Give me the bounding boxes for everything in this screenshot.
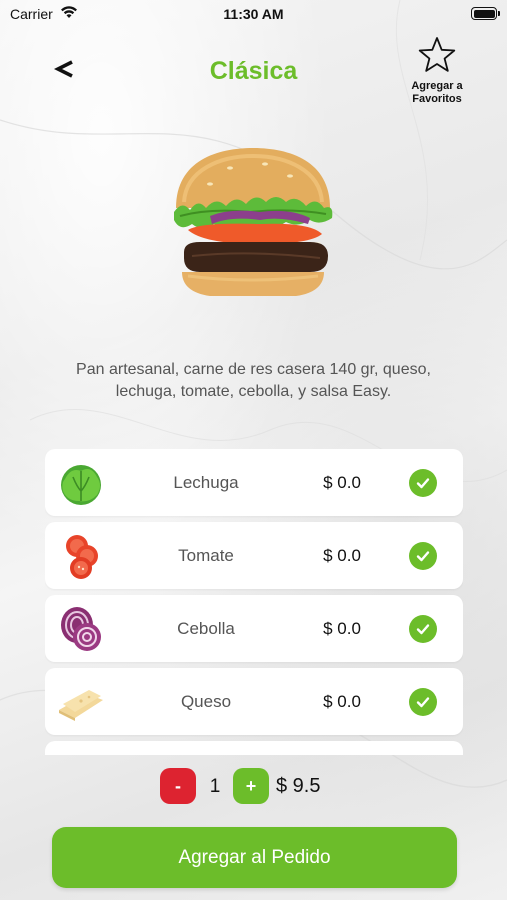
cheese-icon [59,690,103,721]
checkmark-icon[interactable] [409,469,437,497]
ingredient-row-lechuga[interactable]: Lechuga $ 0.0 [45,449,463,516]
battery-icon [471,7,500,20]
ingredient-price: $ 0.0 [323,692,361,711]
ingredient-row-tomate[interactable]: Tomate $ 0.0 [45,522,463,589]
ingredient-name: Lechuga [173,473,239,492]
ingredient-list[interactable]: Lechuga $ 0.0 Tomate $ 0.0 Cebolla $ 0.0… [45,449,463,755]
increase-quantity-button[interactable]: + [233,768,269,804]
ingredient-name: Queso [180,692,232,711]
quantity-value: 1 [209,776,221,797]
status-bar: Carrier 11:30 AM [0,0,507,28]
ingredient-row-queso[interactable]: Queso $ 0.0 [45,668,463,735]
burger-image [174,148,333,296]
decrease-quantity-button[interactable]: - [160,768,196,804]
product-description: Pan artesanal, carne de res casera 140 g… [76,361,431,400]
favorites-label-line1: Agregar a [411,80,463,92]
ingredient-row-cebolla[interactable]: Cebolla $ 0.0 [45,595,463,662]
ingredient-price: $ 0.0 [323,546,361,565]
onion-icon [61,607,101,651]
checkmark-icon[interactable] [409,615,437,643]
favorites-label-line2: Favoritos [412,93,462,105]
checkmark-icon[interactable] [409,542,437,570]
add-to-favorites-button[interactable]: Agregar a Favoritos [400,36,474,105]
ingredient-price: $ 0.0 [323,473,361,492]
tomato-icon [66,535,98,579]
add-to-order-button[interactable]: Agregar al Pedido [52,827,457,888]
checkmark-icon[interactable] [409,688,437,716]
ingredient-row-partial[interactable] [45,741,463,755]
lettuce-icon [61,465,101,505]
status-time: 11:30 AM [223,6,284,22]
total-price: $ 9.5 [276,775,321,797]
ingredient-price: $ 0.0 [323,619,361,638]
ingredient-name: Tomate [178,546,234,565]
ingredient-name: Cebolla [177,619,235,638]
star-icon [418,37,456,72]
